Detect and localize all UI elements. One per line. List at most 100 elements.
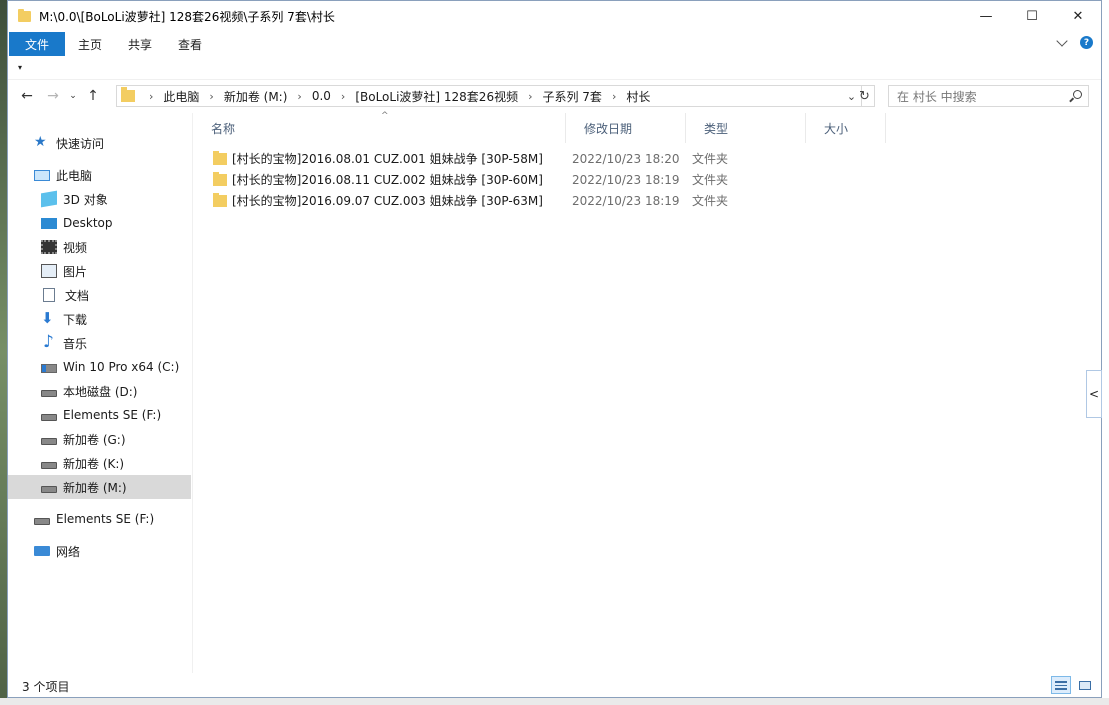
sidebar-item-label: 快速访问 [56, 136, 105, 151]
chevron-right-icon[interactable]: › [199, 90, 223, 103]
breadcrumb-bololi[interactable]: [BoLoLi波萝社] 128套26视频 [355, 88, 518, 105]
breadcrumb-0-0[interactable]: 0.0 [312, 89, 331, 103]
large-icons-view-icon [1079, 680, 1091, 690]
back-button[interactable]: ← [14, 83, 40, 109]
window-controls: — ☐ ✕ [963, 1, 1101, 32]
folder-icon [213, 171, 227, 186]
forward-button[interactable]: → [40, 83, 66, 109]
file-list: ^ 名称 修改日期 类型 大小 [村长的宝物]2016.08.01 CUZ.00… [193, 111, 1101, 673]
refresh-button[interactable]: ↻ [855, 85, 875, 107]
sidebar-item-documents[interactable]: 文档 [8, 283, 191, 307]
sidebar-item-downloads[interactable]: 下载 [8, 307, 191, 331]
tab-home[interactable]: 主页 [65, 32, 115, 56]
maximize-button[interactable]: ☐ [1009, 1, 1055, 32]
sidebar-item-label: Elements SE (F:) [56, 512, 155, 526]
sidebar-item-this-pc[interactable]: 此电脑 [8, 163, 191, 187]
column-header-label: 类型 [704, 121, 729, 136]
column-header-name[interactable]: ^ 名称 [193, 111, 566, 143]
sidebar-item-quick-access[interactable]: 快速访问 [8, 131, 191, 155]
chevron-right-icon[interactable]: › [287, 90, 311, 103]
breadcrumb-subseries[interactable]: 子系列 7套 [542, 88, 601, 105]
item-count: 3 个项目 [22, 679, 70, 694]
download-icon [41, 309, 57, 327]
details-view-button[interactable] [1051, 676, 1071, 694]
breadcrumb-drive-m[interactable]: 新加卷 (M:) [224, 88, 288, 105]
large-icons-view-button[interactable] [1075, 676, 1095, 694]
tab-file[interactable]: 文件 [9, 32, 66, 56]
background-window-strip [0, 698, 1109, 705]
file-type: 文件夹 [692, 173, 729, 187]
expand-ribbon-chevron-icon[interactable] [1056, 34, 1068, 47]
search-input[interactable]: 在 村长 中搜索 [888, 85, 1089, 107]
ribbon-right-controls: ? [1056, 34, 1093, 49]
sidebar-item-music[interactable]: 音乐 [8, 331, 191, 355]
sidebar-item-drive-c[interactable]: Win 10 Pro x64 (C:) [8, 355, 191, 379]
video-icon [41, 240, 57, 254]
column-header-label: 大小 [824, 121, 849, 136]
sort-ascending-icon: ^ [381, 111, 389, 121]
chevron-right-icon[interactable]: › [518, 90, 542, 103]
sidebar-item-drive-m[interactable]: 新加卷 (M:) [8, 475, 191, 499]
file-name: [村长的宝物]2016.08.01 CUZ.001 姐妹战争 [30P-58M] [232, 152, 543, 166]
address-bar[interactable]: › 此电脑 › 新加卷 (M:) › 0.0 › [BoLoLi波萝社] 128… [116, 85, 862, 107]
table-row[interactable]: [村长的宝物]2016.08.01 CUZ.001 姐妹战争 [30P-58M]… [213, 148, 893, 169]
sidebar-item-drive-g[interactable]: 新加卷 (G:) [8, 427, 191, 451]
column-header-date[interactable]: 修改日期 [566, 113, 686, 143]
column-header-type[interactable]: 类型 [686, 113, 806, 143]
folder-icon [18, 9, 31, 22]
side-panel-toggle[interactable]: < [1086, 370, 1102, 418]
sidebar-item-label: 3D 对象 [63, 192, 108, 207]
sidebar-item-videos[interactable]: 视频 [8, 235, 191, 259]
sidebar-item-label: Elements SE (F:) [63, 408, 162, 422]
sidebar-item-label: 文档 [65, 288, 90, 303]
help-icon[interactable]: ? [1080, 36, 1093, 49]
minimize-button[interactable]: — [963, 1, 1009, 32]
star-icon [34, 134, 50, 150]
search-icon[interactable] [1073, 90, 1082, 99]
file-date: 2022/10/23 18:20 [572, 151, 680, 166]
title-bar[interactable]: M:\0.0\[BoLoLi波萝社] 128套26视频\子系列 7套\村长 — … [8, 1, 1101, 32]
sidebar-item-label: 网络 [56, 544, 81, 559]
content-area: 快速访问 此电脑 3D 对象 Desktop 视频 图片 [8, 111, 1101, 673]
folder-icon [213, 192, 227, 207]
table-row[interactable]: [村长的宝物]2016.09.07 CUZ.003 姐妹战争 [30P-63M]… [213, 190, 893, 211]
sidebar-item-label: 新加卷 (G:) [63, 432, 126, 447]
tab-share[interactable]: 共享 [115, 32, 165, 56]
breadcrumb-cunzhang[interactable]: 村长 [626, 88, 650, 105]
column-header-label: 修改日期 [584, 121, 633, 136]
windows-drive-icon [41, 363, 57, 373]
sidebar-item-pictures[interactable]: 图片 [8, 259, 191, 283]
desktop-icon [41, 217, 57, 229]
customize-toolbar-icon[interactable]: ▾ [18, 63, 22, 72]
sidebar-item-drive-d[interactable]: 本地磁盘 (D:) [8, 379, 191, 403]
drive-icon [41, 461, 57, 469]
recent-locations-button[interactable]: ⌄ [66, 83, 80, 109]
breadcrumb-this-pc[interactable]: 此电脑 [163, 88, 199, 105]
folder-icon [213, 150, 227, 165]
file-explorer-window: M:\0.0\[BoLoLi波萝社] 128套26视频\子系列 7套\村长 — … [7, 0, 1102, 698]
table-row[interactable]: [村长的宝物]2016.08.11 CUZ.002 姐妹战争 [30P-60M]… [213, 169, 893, 190]
sidebar-item-drive-k[interactable]: 新加卷 (K:) [8, 451, 191, 475]
sidebar-item-label: 本地磁盘 (D:) [63, 384, 138, 399]
sidebar-item-network[interactable]: 网络 [8, 539, 191, 563]
sidebar-item-label: 音乐 [63, 336, 88, 351]
sidebar-item-elements-se[interactable]: Elements SE (F:) [8, 507, 191, 531]
chevron-right-icon[interactable]: › [139, 90, 163, 103]
sidebar-item-3d-objects[interactable]: 3D 对象 [8, 187, 191, 211]
folder-icon [121, 87, 135, 102]
column-header-size[interactable]: 大小 [806, 113, 886, 143]
close-button[interactable]: ✕ [1055, 1, 1101, 32]
up-button[interactable]: ↑ [80, 83, 106, 109]
window-title: M:\0.0\[BoLoLi波萝社] 128套26视频\子系列 7套\村长 [39, 10, 335, 24]
sidebar-item-drive-f[interactable]: Elements SE (F:) [8, 403, 191, 427]
file-name: [村长的宝物]2016.08.11 CUZ.002 姐妹战争 [30P-60M] [232, 173, 543, 187]
file-type: 文件夹 [692, 152, 729, 166]
chevron-right-icon[interactable]: › [602, 90, 626, 103]
sidebar-item-label: 下载 [63, 312, 88, 327]
drive-icon [41, 413, 57, 421]
file-date: 2022/10/23 18:19 [572, 172, 680, 187]
sidebar-item-desktop[interactable]: Desktop [8, 211, 191, 235]
tab-view[interactable]: 查看 [165, 32, 215, 56]
document-icon [43, 288, 55, 302]
chevron-right-icon[interactable]: › [331, 90, 355, 103]
